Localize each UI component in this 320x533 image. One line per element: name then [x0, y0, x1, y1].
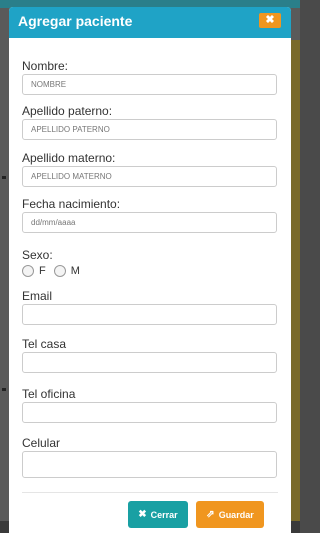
cerrar-button[interactable]: ✖ Cerrar	[128, 501, 188, 528]
apellido-materno-input[interactable]	[22, 166, 277, 187]
field-nombre: Nombre:	[22, 58, 278, 95]
field-sexo: Sexo: F M	[22, 247, 278, 278]
email-label: Email	[22, 289, 53, 303]
apellido-materno-label: Apellido materno:	[22, 151, 116, 165]
times-icon: ✖	[265, 14, 275, 26]
add-patient-modal: Agregar paciente ✖ Nombre: Apellido pate…	[9, 7, 291, 533]
fecha-nacimiento-input[interactable]	[22, 212, 277, 233]
sexo-label: Sexo:	[22, 248, 53, 262]
share-square-icon: ⇗	[206, 509, 215, 520]
celular-label: Celular	[22, 436, 61, 450]
guardar-button-label: Guardar	[218, 509, 254, 520]
field-fecha-nacimiento: Fecha nacimiento:	[22, 196, 278, 233]
background-mark	[2, 176, 6, 179]
nombre-label: Nombre:	[22, 59, 69, 73]
celular-input[interactable]	[22, 451, 277, 478]
field-tel-casa: Tel casa	[22, 336, 278, 373]
patient-form: Nombre: Apellido paterno: Apellido mater…	[22, 54, 278, 478]
sexo-radio-group: F M	[22, 264, 278, 278]
cerrar-button-label: Cerrar	[150, 509, 178, 520]
field-apellido-materno: Apellido materno:	[22, 150, 278, 187]
nombre-input[interactable]	[22, 74, 277, 95]
background-mark	[2, 388, 6, 391]
tel-casa-input[interactable]	[22, 352, 277, 373]
footer-divider	[22, 492, 278, 493]
tel-oficina-label: Tel oficina	[22, 387, 76, 401]
sexo-m-radio[interactable]	[53, 265, 66, 277]
sexo-f-radio[interactable]	[22, 265, 34, 277]
guardar-button[interactable]: ⇗ Guardar	[196, 501, 264, 528]
fecha-nacimiento-label: Fecha nacimiento:	[22, 197, 121, 211]
background-panel-edge	[290, 40, 300, 533]
field-celular: Celular	[22, 435, 278, 478]
field-tel-oficina: Tel oficina	[22, 386, 278, 423]
modal-header: Agregar paciente ✖	[9, 7, 291, 38]
tel-casa-label: Tel casa	[22, 337, 67, 351]
times-icon: ✖	[138, 509, 147, 520]
tel-oficina-input[interactable]	[22, 402, 277, 423]
apellido-paterno-label: Apellido paterno:	[22, 104, 113, 118]
sexo-f-label: F	[39, 265, 46, 277]
close-modal-button[interactable]: ✖	[259, 13, 281, 28]
field-apellido-paterno: Apellido paterno:	[22, 103, 278, 140]
field-email: Email	[22, 288, 278, 325]
email-input[interactable]	[22, 304, 277, 325]
apellido-paterno-input[interactable]	[22, 119, 277, 140]
modal-title: Agregar paciente	[18, 13, 133, 29]
sexo-m-label: M	[70, 265, 80, 277]
